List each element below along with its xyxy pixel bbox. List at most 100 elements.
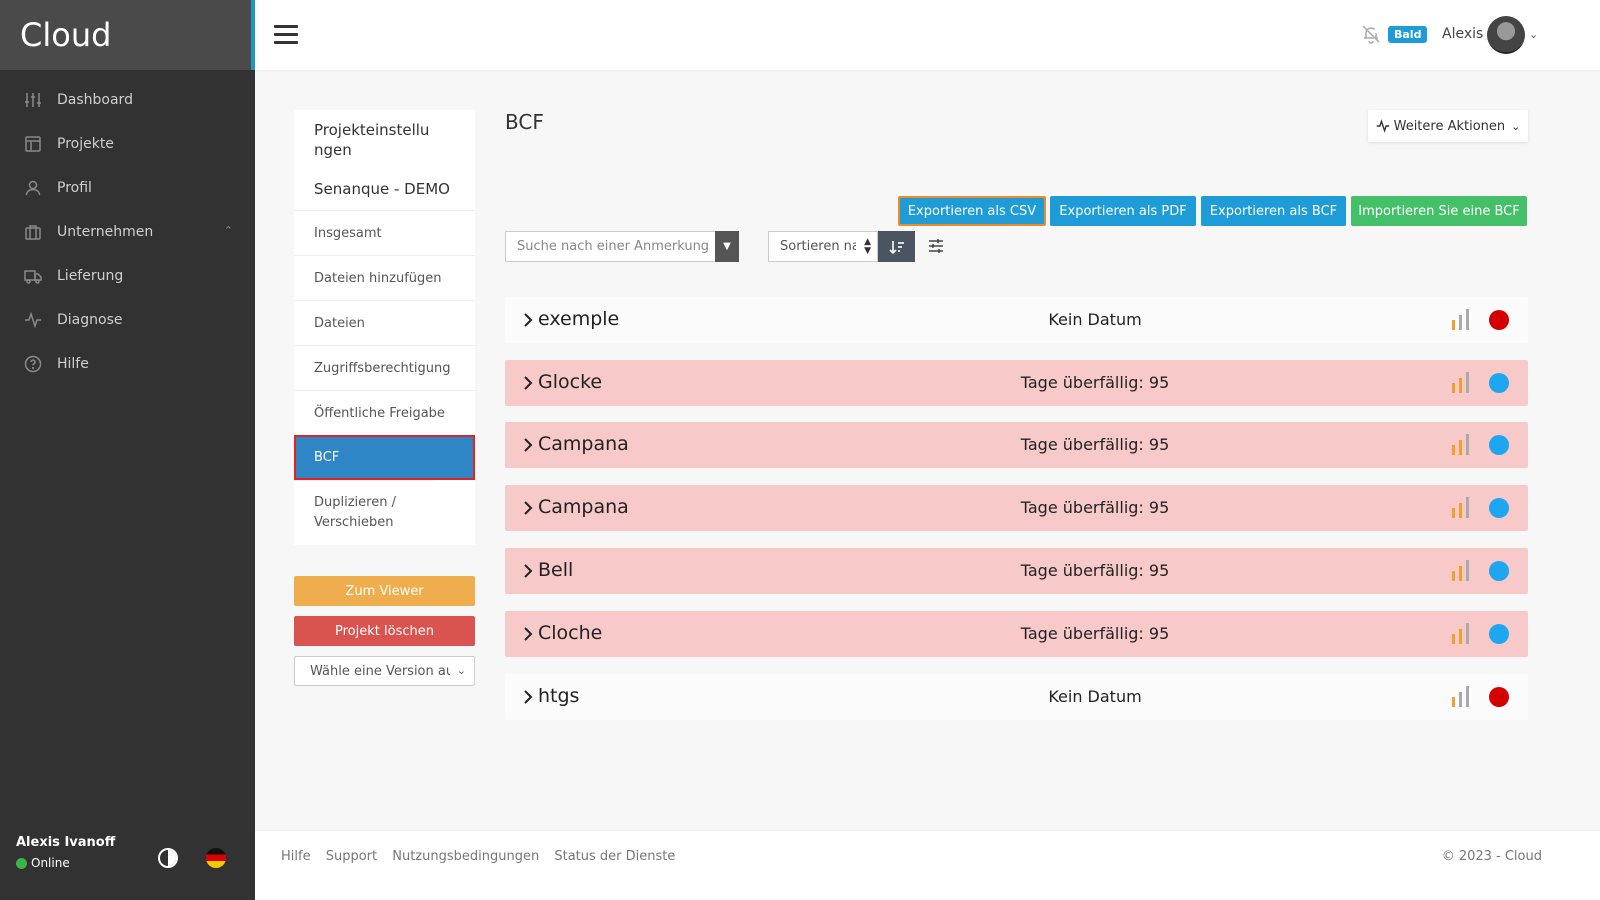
chevron-up-icon: ⌃ [223,224,233,237]
sidebar-item-label: Lieferung [57,268,124,284]
copyright: © 2023 - Cloud [1441,849,1542,864]
project-nav-insgesamt[interactable]: Insgesamt [294,210,475,255]
search-dropdown-toggle[interactable]: ▼ [715,231,739,262]
more-actions-button[interactable]: Weitere Aktionen ⌄ [1368,110,1528,142]
german-flag-icon[interactable] [206,848,226,868]
briefcase-icon [24,223,42,241]
project-nav-dateien-hinzufuegen[interactable]: Dateien hinzufügen [294,255,475,300]
chevron-down-icon[interactable]: ⌄ [1529,28,1538,41]
sidebar: Cloud Dashboard Projekte Profil Unterneh… [0,0,255,900]
sidebar-item-dashboard[interactable]: Dashboard [0,78,255,122]
bcf-row-date: Tage überfällig: 95 [1020,498,1170,517]
version-select-value: Wähle eine Version aus [310,663,450,679]
project-nav-dateien[interactable]: Dateien [294,300,475,345]
bcf-row[interactable]: htgs Kein Datum [505,674,1528,720]
status-text: Online [31,856,70,870]
activity-icon [24,311,42,329]
top-bar: Bald Alexis ⌄ [255,0,1600,70]
project-settings-title: Projekteinstellungen [314,121,430,159]
bcf-row-date: Tage überfällig: 95 [1020,561,1170,580]
priority-bars-icon [1451,559,1473,581]
help-circle-icon [24,355,42,373]
sort-select[interactable]: Sortieren nach ▲▼ [768,231,878,262]
sort-direction-button[interactable] [878,231,915,262]
sidebar-item-label: Profil [57,180,92,196]
status-dot-icon [1489,310,1509,330]
bcf-row[interactable]: Cloche Tage überfällig: 95 [505,611,1528,657]
bcf-row[interactable]: Campana Tage überfällig: 95 [505,485,1528,531]
sidebar-nav: Dashboard Projekte Profil Unternehmen ⌃ [0,70,255,386]
sidebar-item-lieferung[interactable]: Lieferung [0,254,255,298]
chevron-down-icon: ▼ [723,241,731,252]
sort-arrows-icon: ▲ ▼ [864,237,871,256]
project-nav-bcf[interactable]: BCF [294,435,475,480]
export-bcf-button[interactable]: Exportieren als BCF [1201,196,1346,226]
priority-bars-icon [1451,308,1473,330]
sidebar-item-projekte[interactable]: Projekte [0,122,255,166]
sidebar-item-label: Hilfe [57,356,89,372]
chevron-down-icon: ⌄ [456,664,466,677]
sort-select-value: Sortieren nach [780,239,856,254]
priority-bars-icon [1451,496,1473,518]
footer-link-nutzungsbedingungen[interactable]: Nutzungsbedingungen [392,849,539,864]
sidebar-item-hilfe[interactable]: Hilfe [0,342,255,386]
delete-project-button[interactable]: Projekt löschen [294,616,475,646]
sidebar-item-profil[interactable]: Profil [0,166,255,210]
avatar[interactable] [1487,16,1525,54]
footer: Hilfe Support Nutzungsbedingungen Status… [255,830,1600,900]
priority-bars-icon [1451,371,1473,393]
filter-settings-icon[interactable] [928,238,944,254]
bcf-row-date: Tage überfällig: 95 [1020,435,1170,454]
sidebar-user-name: Alexis Ivanoff [16,835,116,850]
priority-bars-icon [1451,433,1473,455]
notification-badge: Bald [1388,26,1428,43]
bcf-row-date: Kein Datum [1048,310,1142,329]
more-actions-label: Weitere Aktionen [1393,118,1506,134]
priority-bars-icon [1451,685,1473,707]
status-dot-icon [1489,498,1509,518]
status-dot-icon [1489,373,1509,393]
chevron-down-icon: ⌄ [1511,119,1521,133]
sliders-icon [24,91,42,109]
search-placeholder: Suche nach einer Anmerkung [517,239,710,254]
project-nav-zugriffsberechtigung[interactable]: Zugriffsberechtigung [294,345,475,390]
user-icon [24,179,42,197]
contrast-toggle-icon[interactable] [158,848,178,868]
project-nav-duplizieren[interactable]: Duplizieren / Verschieben [294,480,434,545]
bcf-row[interactable]: exemple Kein Datum [505,297,1528,343]
sort-descending-icon [888,239,905,255]
layout-icon [24,135,42,153]
footer-link-support[interactable]: Support [326,849,377,864]
version-select[interactable]: Wähle eine Version aus ⌄ [294,656,475,686]
footer-links: Hilfe Support Nutzungsbedingungen Status… [281,849,686,864]
bcf-row[interactable]: Glocke Tage überfällig: 95 [505,360,1528,406]
bell-off-icon[interactable] [1361,24,1381,44]
sidebar-item-diagnose[interactable]: Diagnose [0,298,255,342]
menu-toggle-icon[interactable] [274,25,298,45]
sidebar-user-status: Online [16,856,115,870]
header-user-name[interactable]: Alexis [1442,26,1483,42]
footer-link-hilfe[interactable]: Hilfe [281,849,311,864]
bcf-row[interactable]: Campana Tage überfällig: 95 [505,422,1528,468]
page-title: BCF [505,110,544,134]
import-bcf-button[interactable]: Importieren Sie eine BCF [1351,196,1527,226]
footer-link-status[interactable]: Status der Dienste [554,849,675,864]
bcf-row[interactable]: Bell Tage überfällig: 95 [505,548,1528,594]
activity-icon [1376,119,1390,133]
project-name: Senanque - DEMO [314,180,450,198]
search-input[interactable]: Suche nach einer Anmerkung [505,231,715,262]
export-pdf-button[interactable]: Exportieren als PDF [1050,196,1196,226]
project-nav-oeffentliche-freigabe[interactable]: Öffentliche Freigabe [294,390,475,435]
export-csv-button[interactable]: Exportieren als CSV [898,196,1046,226]
sidebar-item-label: Unternehmen [57,224,154,240]
bcf-row-date: Tage überfällig: 95 [1020,624,1170,643]
status-dot-icon [1489,687,1509,707]
sidebar-item-unternehmen[interactable]: Unternehmen ⌃ [0,210,255,254]
status-dot-icon [1489,561,1509,581]
viewer-button[interactable]: Zum Viewer [294,576,475,606]
brand-logo[interactable]: Cloud [0,0,255,70]
online-dot-icon [16,857,27,869]
bcf-row-date: Tage überfällig: 95 [1020,373,1170,392]
project-settings-panel: Projekteinstellungen Senanque - DEMO Ins… [294,110,475,545]
status-dot-icon [1489,435,1509,455]
